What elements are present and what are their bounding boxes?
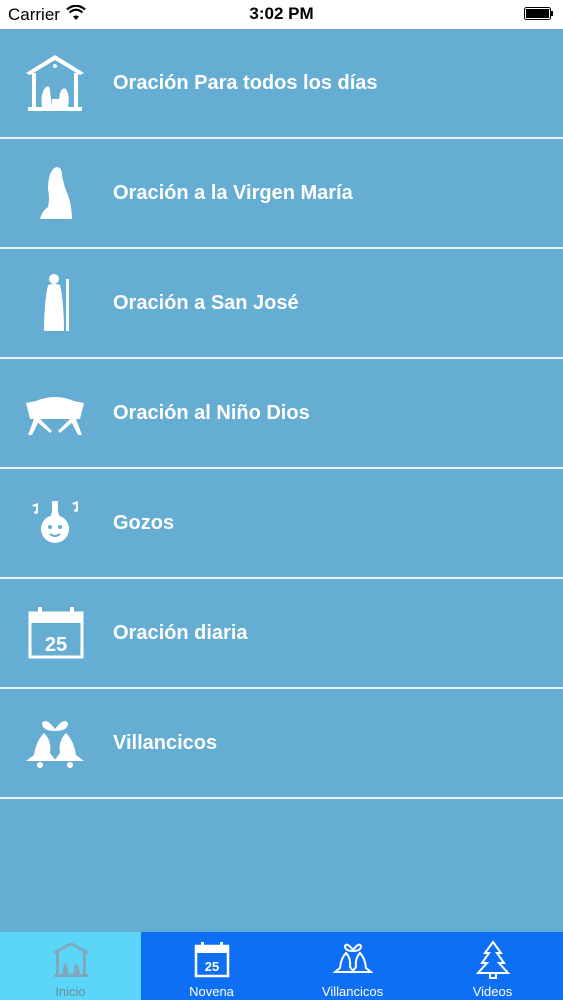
battery-icon [524, 7, 554, 20]
menu-item-label: Oración diaria [113, 622, 248, 644]
menu-item-label: Gozos [113, 512, 175, 534]
tab-inicio[interactable]: Inicio [0, 932, 141, 1000]
calendar-icon: 25 [192, 940, 232, 980]
tab-label: Videos [472, 984, 513, 999]
tab-videos[interactable]: Videos [422, 932, 563, 1000]
calendar-day-text: 25 [45, 634, 67, 656]
tab-bar: Inicio 25 Novena Villancicos Videos [0, 932, 563, 1000]
menu-item-virgen-maria[interactable]: Oración a la Virgen María [0, 139, 563, 249]
manger-icon [22, 383, 88, 443]
menu-item-oracion-diaria[interactable]: 25 Oración diaria [0, 579, 563, 689]
saint-joseph-icon [22, 273, 88, 333]
menu-item-label: Oración a San José [113, 292, 299, 314]
menu-item-gozos[interactable]: Gozos [0, 469, 563, 579]
virgin-mary-icon [22, 163, 88, 223]
calendar-day-text: 25 [204, 959, 218, 974]
bells-icon [331, 940, 374, 980]
tab-villancicos[interactable]: Villancicos [282, 932, 423, 1000]
status-bar: Carrier 3:02 PM [0, 0, 563, 29]
menu-item-villancicos[interactable]: Villancicos [0, 689, 563, 799]
menu-item-label: Oración Para todos los días [113, 72, 378, 94]
menu-list: Oración Para todos los días Oración a la… [0, 29, 563, 799]
menu-item-oracion-todos-los-dias[interactable]: Oración Para todos los días [0, 29, 563, 139]
bells-icon [22, 713, 88, 773]
tab-label: Villancicos [321, 984, 384, 999]
clock: 3:02 PM [249, 4, 314, 23]
nativity-icon [51, 940, 91, 980]
tab-label: Inicio [55, 984, 86, 999]
menu-item-nino-dios[interactable]: Oración al Niño Dios [0, 359, 563, 469]
menu-item-label: Oración a la Virgen María [113, 182, 353, 204]
menu-item-san-jose[interactable]: Oración a San José [0, 249, 563, 359]
tab-novena[interactable]: 25 Novena [141, 932, 282, 1000]
nativity-icon [22, 53, 88, 113]
christmas-tree-icon [473, 940, 513, 980]
calendar-icon: 25 [22, 603, 88, 663]
menu-item-label: Oración al Niño Dios [113, 402, 310, 424]
menu-item-label: Villancicos [113, 732, 218, 754]
singing-bell-icon [22, 493, 88, 553]
tab-label: Novena [189, 984, 234, 999]
